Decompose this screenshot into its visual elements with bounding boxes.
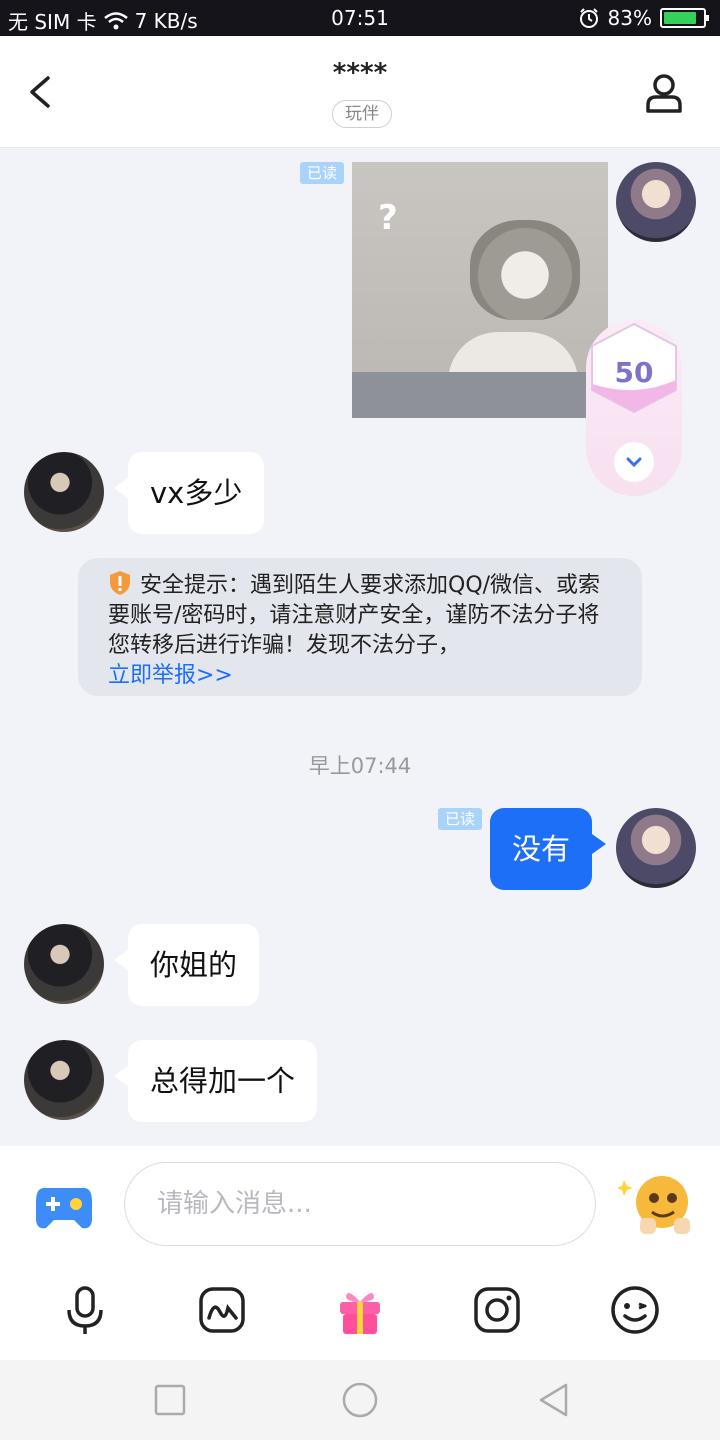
contact-avatar[interactable] xyxy=(24,924,104,1004)
recents-icon[interactable] xyxy=(152,1382,188,1418)
shield-warning-icon xyxy=(110,571,130,595)
contact-avatar[interactable] xyxy=(24,452,104,532)
message-input[interactable]: 请输入消息... xyxy=(124,1162,596,1246)
emoji-icon[interactable] xyxy=(607,1282,663,1338)
status-bar: 无 SIM 卡 7 KB/s 07:51 83% xyxy=(0,0,720,36)
battery-percent: 83% xyxy=(607,6,652,30)
relation-tag: 玩伴 xyxy=(332,100,392,128)
back-nav-icon[interactable] xyxy=(536,1382,572,1418)
intimacy-widget[interactable]: 50 xyxy=(586,320,682,496)
message-bubble[interactable]: 总得加一个 xyxy=(113,1040,318,1122)
question-mark-graphic: ? xyxy=(378,198,398,238)
timestamp: 早上07:44 xyxy=(308,754,412,778)
read-badge: 已读 xyxy=(300,162,344,184)
notice-text: 安全提示：遇到陌生人要求添加QQ/微信、或索要账号/密码时，请注意财产安全，谨防… xyxy=(108,573,601,658)
alarm-icon xyxy=(579,8,598,28)
home-icon[interactable] xyxy=(342,1382,378,1418)
gift-icon[interactable] xyxy=(332,1282,388,1338)
input-area: 请输入消息... xyxy=(0,1146,720,1360)
read-badge: 已读 xyxy=(438,808,482,830)
profile-icon[interactable] xyxy=(644,72,684,114)
microphone-icon[interactable] xyxy=(57,1282,113,1338)
my-avatar[interactable] xyxy=(616,162,696,242)
gamepad-icon[interactable] xyxy=(34,1182,94,1232)
chat-title: **** xyxy=(332,58,388,88)
chevron-down-icon xyxy=(626,457,642,468)
cat-head-graphic xyxy=(470,220,580,320)
contact-avatar[interactable] xyxy=(24,1040,104,1120)
message-bubble[interactable]: vx多少 xyxy=(113,452,265,534)
camera-icon[interactable] xyxy=(469,1282,525,1338)
message-bubble[interactable]: 没有 xyxy=(490,808,607,890)
message-bubble[interactable]: 你姐的 xyxy=(113,924,260,1006)
my-avatar[interactable] xyxy=(616,808,696,888)
expand-button[interactable] xyxy=(614,442,654,482)
cat-image-message[interactable]: ? xyxy=(352,162,608,418)
clock-text: 07:51 xyxy=(331,6,389,30)
battery-icon xyxy=(660,8,709,28)
doodle-icon[interactable] xyxy=(194,1282,250,1338)
report-link[interactable]: 立即举报>> xyxy=(108,663,233,688)
system-nav-bar xyxy=(0,1360,720,1440)
chat-header: **** 玩伴 xyxy=(0,36,720,148)
intimacy-value: 50 xyxy=(614,356,654,389)
toolbar xyxy=(0,1282,720,1338)
rock-graphic xyxy=(352,372,608,418)
safety-notice: 安全提示：遇到陌生人要求添加QQ/微信、或索要账号/密码时，请注意财产安全，谨防… xyxy=(78,558,642,696)
money-emoji-icon[interactable] xyxy=(618,1172,694,1238)
